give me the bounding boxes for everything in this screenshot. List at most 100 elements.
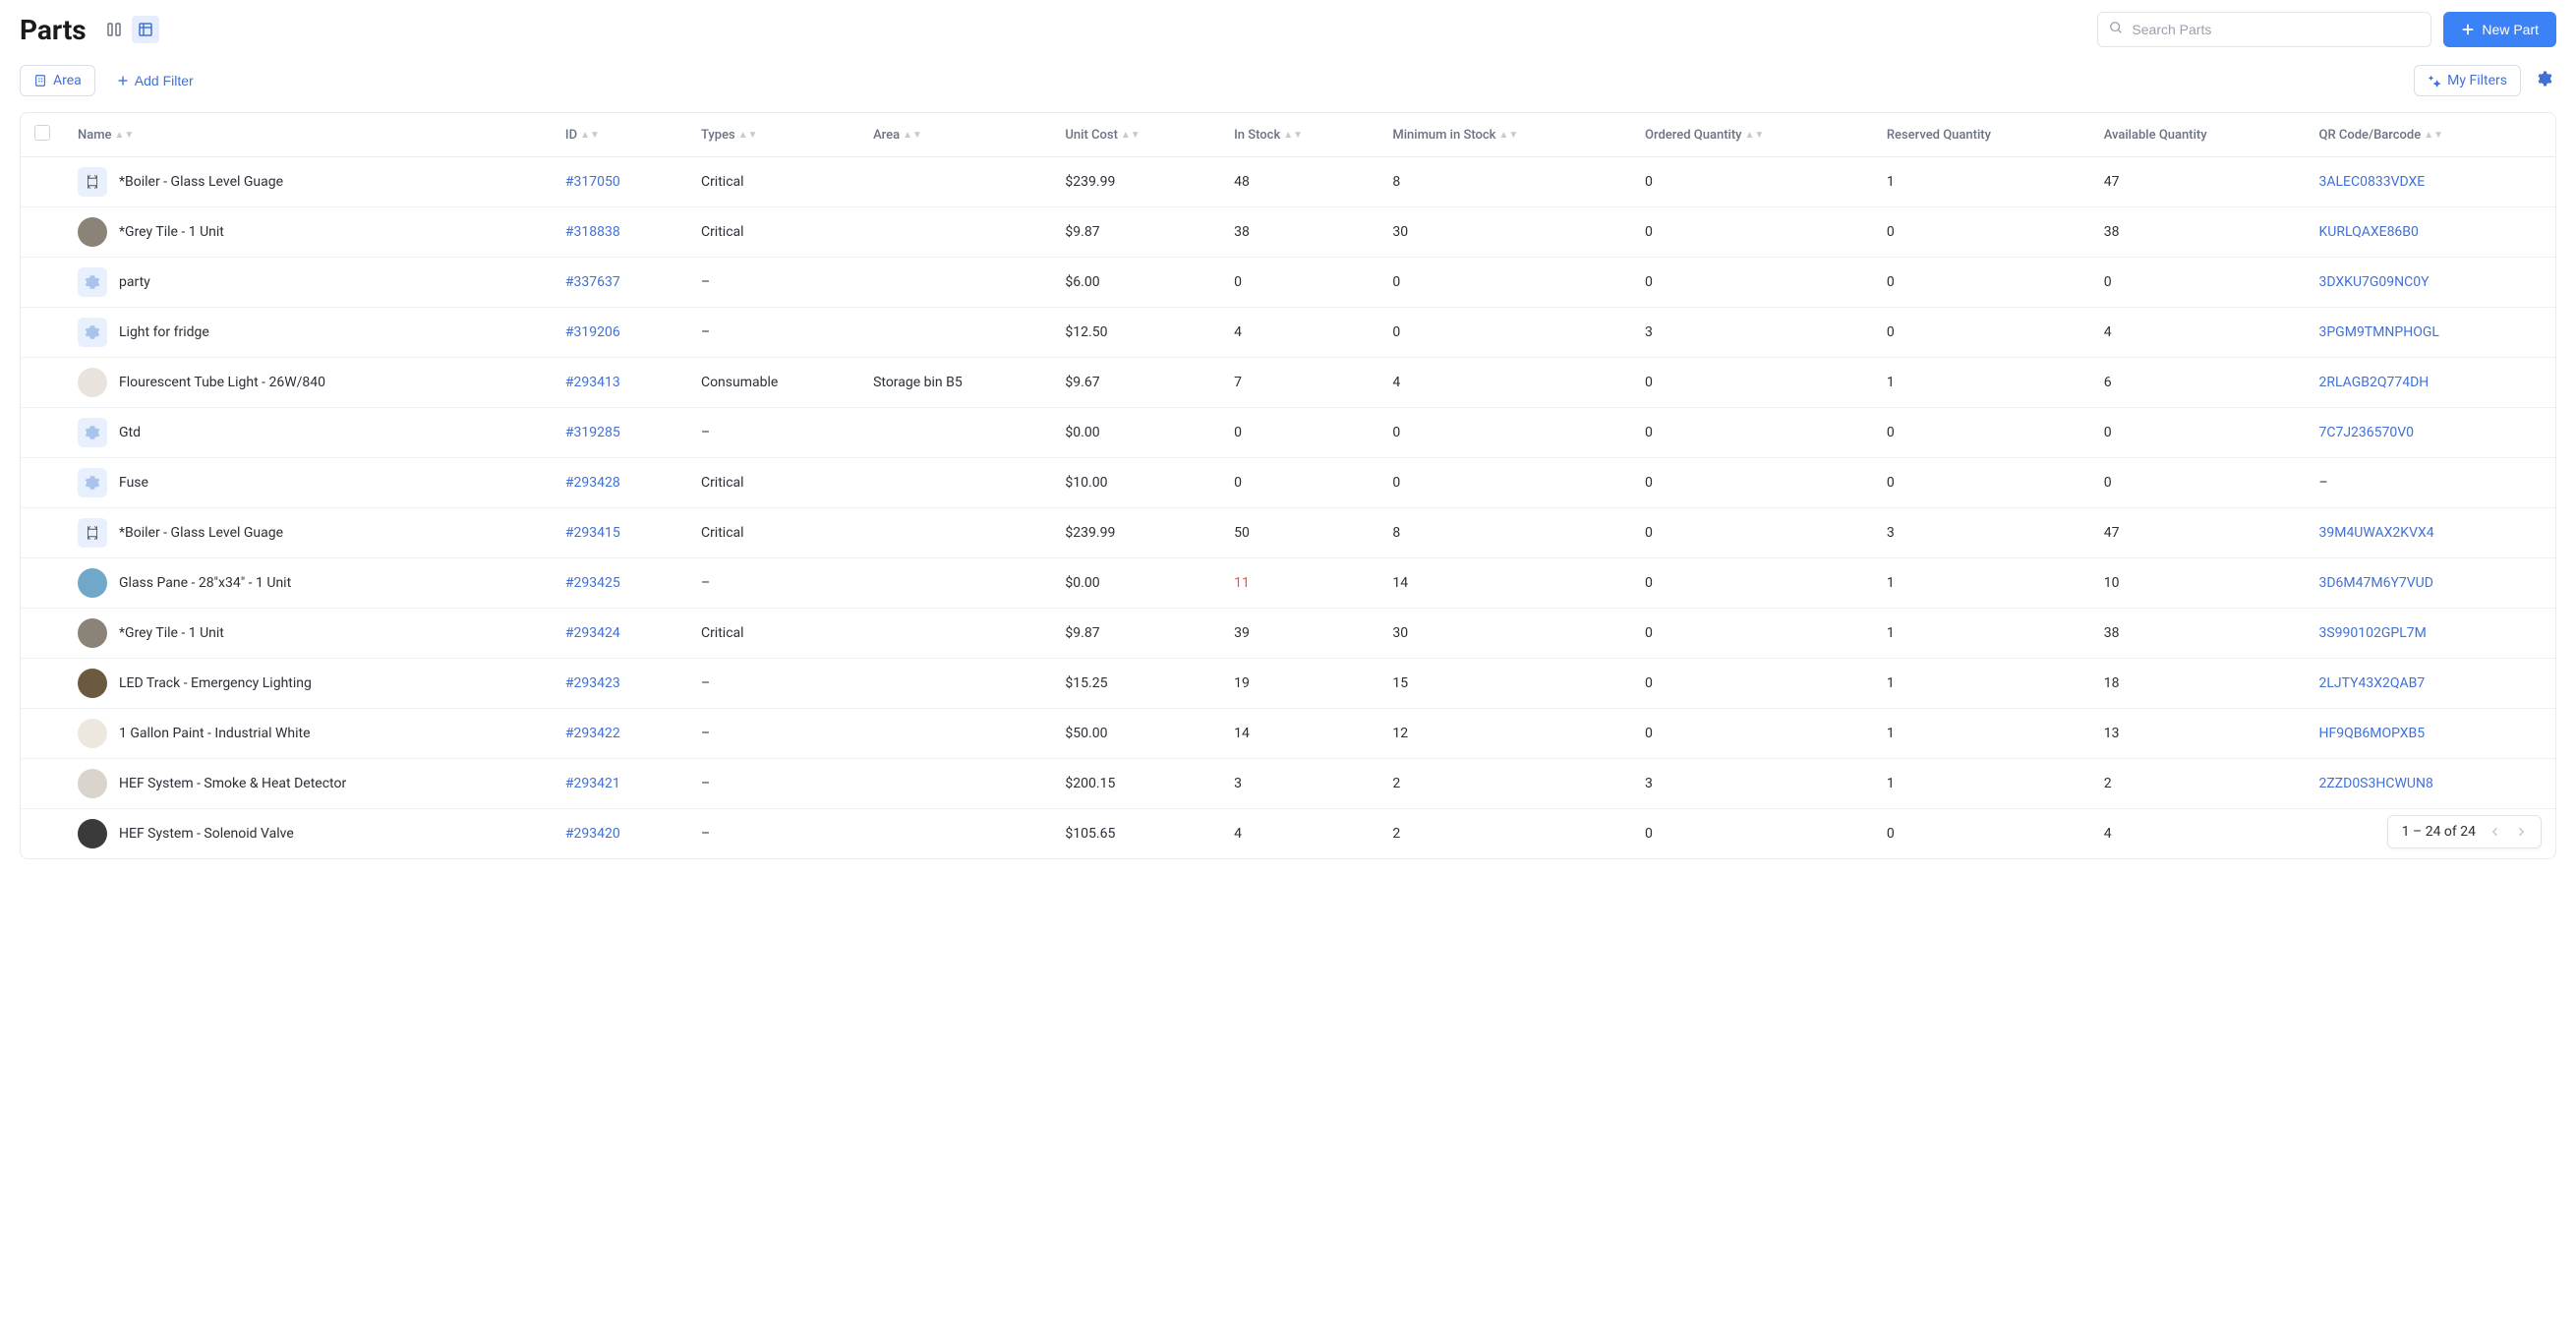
table-row[interactable]: Gtd #319285 – $0.00 0 0 0 0 0 7C7J236570… — [21, 408, 2555, 458]
table-row[interactable]: HEF System - Smoke & Heat Detector #2934… — [21, 759, 2555, 809]
part-id-link[interactable]: #293425 — [565, 575, 620, 591]
part-id-link[interactable]: #317050 — [565, 174, 620, 190]
part-name: HEF System - Smoke & Heat Detector — [119, 776, 346, 791]
qr-link[interactable]: 3S990102GPL7M — [2318, 625, 2426, 641]
col-qr[interactable]: QR Code/Barcode▲▼ — [2305, 113, 2555, 157]
page-title: Parts — [20, 14, 87, 46]
search-input[interactable] — [2097, 12, 2431, 47]
part-thumb — [78, 267, 107, 297]
part-min-stock: 30 — [1378, 207, 1631, 258]
part-area — [859, 408, 1051, 458]
table-row[interactable]: LED Track - Emergency Lighting #293423 –… — [21, 659, 2555, 709]
part-area — [859, 308, 1051, 358]
qr-link[interactable]: 2RLAGB2Q774DH — [2318, 375, 2429, 390]
qr-link[interactable]: 2LJTY43X2QAB7 — [2318, 675, 2425, 691]
part-min-stock: 2 — [1378, 809, 1631, 859]
col-min-stock[interactable]: Minimum in Stock▲▼ — [1378, 113, 1631, 157]
col-name[interactable]: Name▲▼ — [64, 113, 552, 157]
part-id-link[interactable]: #319285 — [565, 425, 620, 440]
part-reserved: 1 — [1873, 609, 2090, 659]
filter-area-pill[interactable]: Area — [20, 65, 95, 96]
part-in-stock: 50 — [1220, 508, 1378, 558]
col-id[interactable]: ID▲▼ — [552, 113, 687, 157]
prev-page-button[interactable] — [2489, 826, 2501, 838]
col-ordered[interactable]: Ordered Quantity▲▼ — [1631, 113, 1873, 157]
table-row[interactable]: party #337637 – $6.00 0 0 0 0 0 3DXKU7G0… — [21, 258, 2555, 308]
select-all-checkbox[interactable] — [34, 125, 50, 141]
part-ordered: 0 — [1631, 508, 1873, 558]
qr-link[interactable]: 3DXKU7G09NC0Y — [2318, 274, 2429, 290]
view-cards-button[interactable] — [100, 16, 128, 43]
part-available: 6 — [2090, 358, 2306, 408]
sort-icon: ▲▼ — [903, 133, 922, 138]
table-row[interactable]: *Grey Tile - 1 Unit #318838 Critical $9.… — [21, 207, 2555, 258]
sparkle-icon — [2428, 74, 2441, 88]
part-in-stock: 0 — [1220, 458, 1378, 508]
part-id-link[interactable]: #293420 — [565, 826, 620, 842]
part-id-link[interactable]: #293423 — [565, 675, 620, 691]
part-area — [859, 258, 1051, 308]
part-area: Storage bin B5 — [859, 358, 1051, 408]
part-id-link[interactable]: #318838 — [565, 224, 620, 240]
part-in-stock: 39 — [1220, 609, 1378, 659]
table-row[interactable]: Fuse #293428 Critical $10.00 0 0 0 0 0 – — [21, 458, 2555, 508]
table-row[interactable]: Light for fridge #319206 – $12.50 4 0 3 … — [21, 308, 2555, 358]
col-in-stock[interactable]: In Stock▲▼ — [1220, 113, 1378, 157]
part-id-link[interactable]: #293422 — [565, 726, 620, 741]
part-thumb — [78, 418, 107, 447]
part-types: – — [687, 558, 859, 609]
table-row[interactable]: 1 Gallon Paint - Industrial White #29342… — [21, 709, 2555, 759]
part-min-stock: 14 — [1378, 558, 1631, 609]
qr-link[interactable]: 3D6M47M6Y7VUD — [2318, 575, 2432, 591]
part-thumb — [78, 368, 107, 397]
part-types: – — [687, 408, 859, 458]
table-row[interactable]: Glass Pane - 28"x34" - 1 Unit #293425 – … — [21, 558, 2555, 609]
part-id-link[interactable]: #293413 — [565, 375, 620, 390]
part-id-link[interactable]: #293421 — [565, 776, 620, 791]
part-id-link[interactable]: #293428 — [565, 475, 620, 491]
part-available: 47 — [2090, 508, 2306, 558]
part-thumb — [78, 719, 107, 748]
qr-link[interactable]: KURLQAXE86B0 — [2318, 224, 2418, 240]
part-min-stock: 0 — [1378, 458, 1631, 508]
part-types: – — [687, 659, 859, 709]
part-in-stock: 4 — [1220, 308, 1378, 358]
qr-link[interactable]: 3ALEC0833VDXE — [2318, 174, 2425, 190]
table-row[interactable]: Flourescent Tube Light - 26W/840 #293413… — [21, 358, 2555, 408]
part-id-link[interactable]: #319206 — [565, 324, 620, 340]
table-row[interactable]: *Boiler - Glass Level Guage #293415 Crit… — [21, 508, 2555, 558]
part-id-link[interactable]: #293415 — [565, 525, 620, 541]
part-min-stock: 0 — [1378, 258, 1631, 308]
view-table-button[interactable] — [132, 16, 159, 43]
part-min-stock: 2 — [1378, 759, 1631, 809]
part-name: Fuse — [119, 475, 148, 491]
table-row[interactable]: *Grey Tile - 1 Unit #293424 Critical $9.… — [21, 609, 2555, 659]
add-filter-button[interactable]: Add Filter — [107, 66, 204, 95]
qr-link[interactable]: 2ZZD0S3HCWUN8 — [2318, 776, 2432, 791]
qr-link[interactable]: 39M4UWAX2KVX4 — [2318, 525, 2433, 541]
sort-icon: ▲▼ — [1498, 133, 1518, 138]
qr-link[interactable]: 3PGM9TMNPHOGL — [2318, 324, 2438, 340]
qr-link[interactable]: 7C7J236570V0 — [2318, 425, 2414, 440]
part-ordered: 3 — [1631, 308, 1873, 358]
my-filters-button[interactable]: My Filters — [2414, 65, 2521, 96]
part-id-link[interactable]: #293424 — [565, 625, 620, 641]
col-types[interactable]: Types▲▼ — [687, 113, 859, 157]
col-unit-cost[interactable]: Unit Cost▲▼ — [1051, 113, 1220, 157]
part-unit-cost: $9.87 — [1051, 207, 1220, 258]
part-types: – — [687, 709, 859, 759]
table-row[interactable]: HEF System - Solenoid Valve #293420 – $1… — [21, 809, 2555, 859]
search-icon — [2109, 21, 2123, 38]
table-row[interactable]: *Boiler - Glass Level Guage #317050 Crit… — [21, 157, 2555, 207]
part-name: *Grey Tile - 1 Unit — [119, 625, 224, 641]
sort-icon: ▲▼ — [738, 133, 758, 138]
part-unit-cost: $15.25 — [1051, 659, 1220, 709]
new-part-button[interactable]: New Part — [2443, 12, 2556, 47]
qr-link[interactable]: HF9QB6MOPXB5 — [2318, 726, 2425, 741]
part-in-stock: 7 — [1220, 358, 1378, 408]
col-area[interactable]: Area▲▼ — [859, 113, 1051, 157]
settings-button[interactable] — [2531, 66, 2556, 95]
part-id-link[interactable]: #337637 — [565, 274, 620, 290]
part-unit-cost: $9.87 — [1051, 609, 1220, 659]
next-page-button[interactable] — [2515, 826, 2527, 838]
